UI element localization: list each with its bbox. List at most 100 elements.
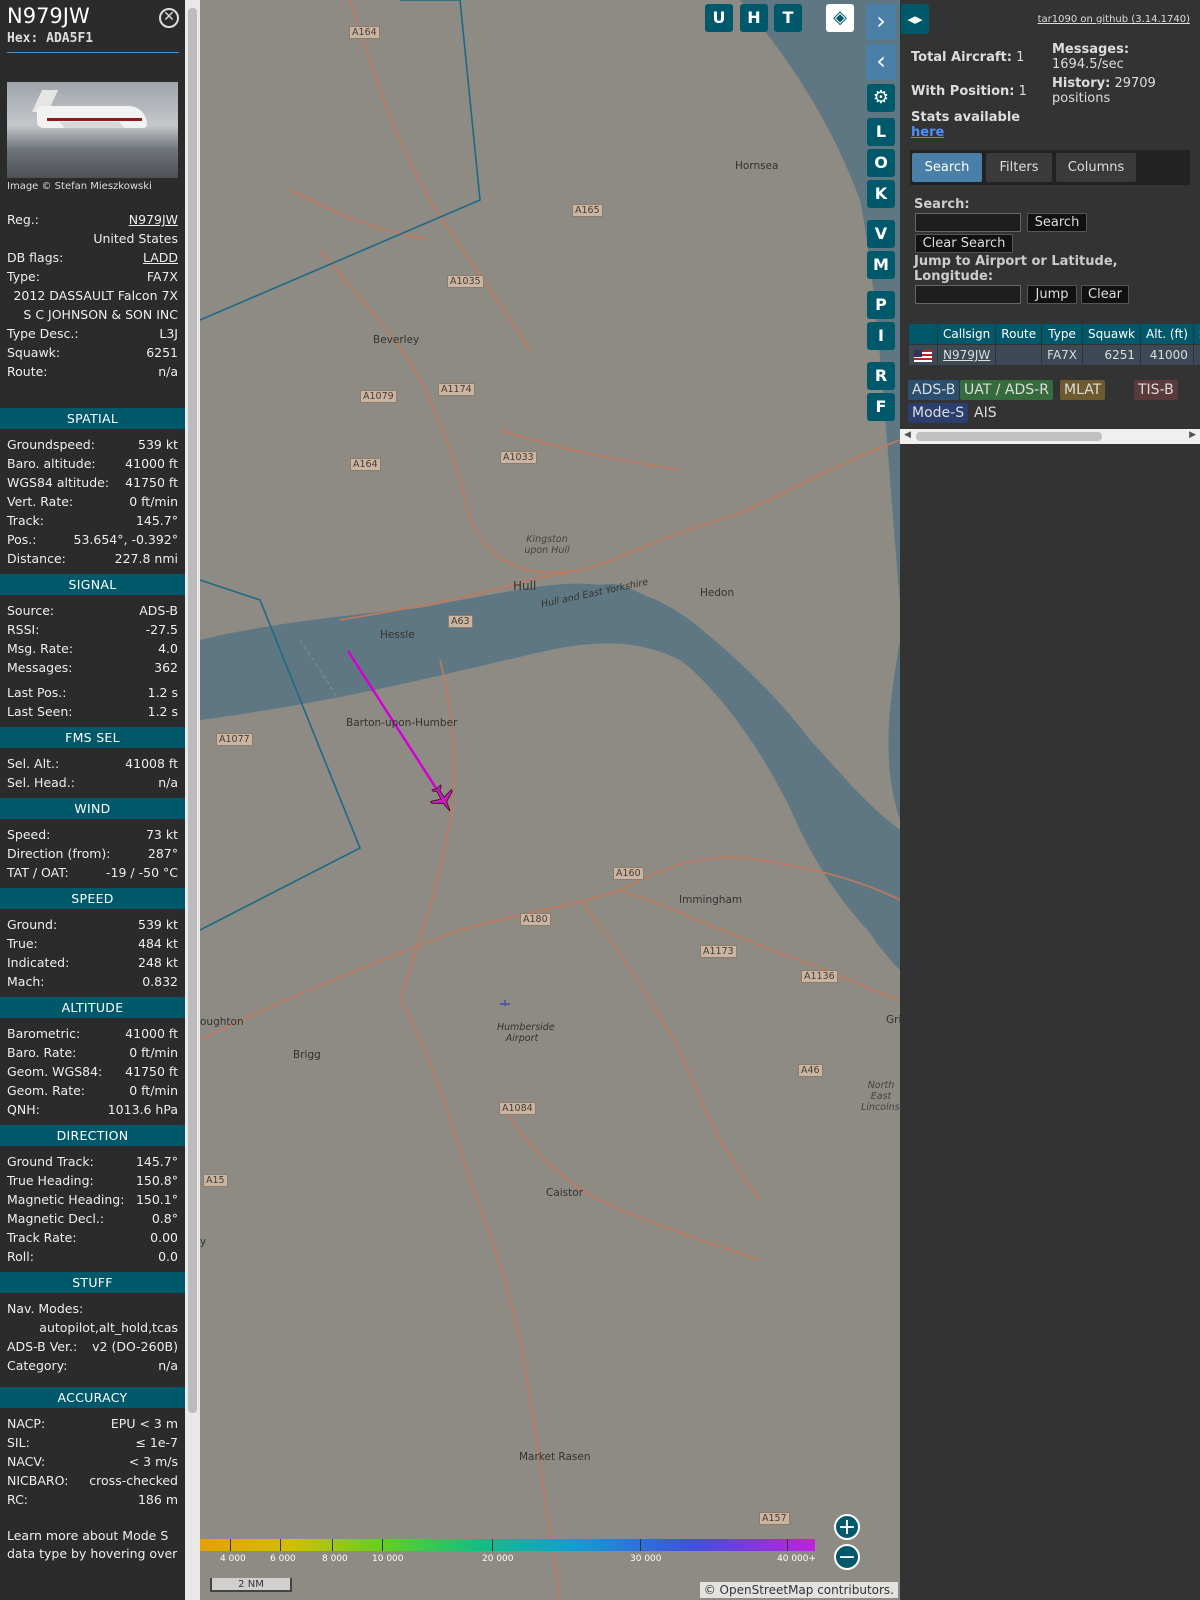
- detail-row-rc: RC: 186 m: [0, 1490, 185, 1509]
- expand-arrows-icon[interactable]: ◂▸: [901, 4, 929, 34]
- detail-value: ADS-B: [139, 603, 178, 618]
- detail-value: 41750 ft: [125, 1064, 178, 1079]
- zoom-out-button[interactable]: −: [834, 1544, 860, 1570]
- section-header-direction[interactable]: DIRECTION: [0, 1125, 185, 1146]
- detail-value: 41000 ft: [125, 1026, 178, 1041]
- detail-value: 41000 ft: [125, 456, 178, 471]
- map-canvas[interactable]: Hornsea Beverley Hull Hessle Kingston upon H…: [200, 0, 900, 1600]
- info-row-squawk: Squawk: 6251: [0, 343, 185, 362]
- tab-columns[interactable]: Columns: [1056, 153, 1136, 182]
- aircraft-table: CallsignRouteTypeSquawkAlt. (ft)Spd. N97…: [908, 323, 1200, 366]
- detail-row-magnetic-heading: Magnetic Heading: 150.1°: [0, 1190, 185, 1209]
- info-label: DB flags:: [7, 250, 64, 265]
- section-header-spatial[interactable]: SPATIAL: [0, 408, 185, 429]
- detail-label: QNH:: [7, 1102, 40, 1117]
- chevron-left-icon[interactable]: ‹: [866, 44, 896, 80]
- map-button-v[interactable]: V: [867, 220, 895, 248]
- detail-row-sil: SIL: ≤ 1e-7: [0, 1433, 185, 1452]
- clear-button[interactable]: Clear: [1081, 285, 1129, 304]
- section-header-wind[interactable]: WIND: [0, 798, 185, 819]
- map-button-o[interactable]: O: [867, 149, 895, 177]
- info-value: L3J: [159, 326, 178, 341]
- info-value: n/a: [158, 364, 178, 379]
- jump-button[interactable]: Jump: [1027, 285, 1077, 304]
- detail-row-geom-rate: Geom. Rate: 0 ft/min: [0, 1081, 185, 1100]
- sidebar-scrollbar[interactable]: [185, 0, 200, 1600]
- table-row[interactable]: N979JW FA7X 6251 41000: [908, 344, 1200, 366]
- info-value: 6251: [146, 345, 178, 360]
- map-button-m[interactable]: M: [867, 251, 895, 279]
- road-label: A1174: [438, 383, 475, 396]
- info-value: S C JOHNSON & SON INC: [23, 307, 178, 322]
- map-button-u[interactable]: U: [705, 4, 733, 32]
- section-header-stuff[interactable]: STUFF: [0, 1272, 185, 1293]
- info-value[interactable]: LADD: [143, 250, 178, 265]
- column-header-spd[interactable]: Spd.: [1192, 323, 1200, 345]
- aircraft-photo[interactable]: [7, 82, 178, 178]
- tab-filters[interactable]: Filters: [986, 153, 1052, 182]
- info-value[interactable]: N979JW: [129, 212, 178, 227]
- column-header-flag[interactable]: [908, 323, 938, 345]
- color-scale-tick: 30 000: [630, 1554, 662, 1564]
- column-header-callsign[interactable]: Callsign: [936, 323, 997, 345]
- zoom-in-button[interactable]: +: [834, 1514, 860, 1540]
- search-button[interactable]: Search: [1027, 213, 1087, 232]
- place-label: oughton: [200, 1016, 244, 1028]
- callsign-cell[interactable]: N979JW: [936, 344, 997, 366]
- detail-row-direction-from: Direction (from): 287°: [0, 844, 185, 863]
- detail-value: 0 ft/min: [129, 1083, 178, 1098]
- info-label: Squawk:: [7, 345, 61, 360]
- table-horizontal-scrollbar[interactable]: ◀ ▶: [900, 429, 1200, 444]
- gear-icon[interactable]: ⚙: [867, 84, 895, 112]
- info-value: FA7X: [146, 269, 178, 284]
- close-icon[interactable]: ✕: [159, 8, 179, 28]
- tab-search[interactable]: Search: [912, 153, 982, 182]
- search-input[interactable]: [915, 213, 1021, 232]
- section-header-signal[interactable]: SIGNAL: [0, 574, 185, 595]
- column-header-route[interactable]: Route: [995, 323, 1043, 345]
- info-row-2012-dassault-falcon-7x: 2012 DASSAULT Falcon 7X: [0, 286, 185, 305]
- section-header-altitude[interactable]: ALTITUDE: [0, 997, 185, 1018]
- color-scale-tick: 8 000: [322, 1554, 348, 1564]
- road-label: A165: [572, 204, 603, 217]
- stats-link[interactable]: here: [911, 125, 944, 140]
- layers-icon[interactable]: ◈: [826, 4, 854, 32]
- scroll-left-icon[interactable]: ◀: [904, 430, 911, 440]
- map-button-f[interactable]: F: [867, 393, 895, 421]
- map-button-r[interactable]: R: [867, 362, 895, 390]
- map-button-t[interactable]: T: [774, 4, 802, 32]
- detail-label: Pos.:: [7, 532, 37, 547]
- aircraft-icon[interactable]: [426, 781, 461, 817]
- section-header-speed[interactable]: SPEED: [0, 888, 185, 909]
- legend-ads-b: ADS-B: [908, 380, 960, 400]
- map-button-i[interactable]: I: [867, 322, 895, 350]
- map-button-k[interactable]: K: [867, 180, 895, 208]
- scroll-right-icon[interactable]: ▶: [1189, 430, 1196, 440]
- road-label: A180: [520, 913, 551, 926]
- place-label: Hedon: [700, 587, 735, 599]
- map-button-l[interactable]: L: [867, 118, 895, 146]
- clear-search-button[interactable]: Clear Search: [915, 234, 1013, 253]
- place-label: Brigg: [293, 1049, 321, 1061]
- humber-estuary: [200, 583, 900, 960]
- detail-label: Nav. Modes:: [7, 1301, 84, 1316]
- chevron-right-icon[interactable]: ›: [866, 4, 896, 40]
- map-button-p[interactable]: P: [867, 291, 895, 319]
- map-attribution[interactable]: © OpenStreetMap contributors.: [699, 1582, 898, 1598]
- section-header-fms-sel[interactable]: FMS SEL: [0, 727, 185, 748]
- map-button-h[interactable]: H: [740, 4, 768, 32]
- detail-label: Direction (from):: [7, 846, 111, 861]
- detail-value: 539 kt: [138, 437, 178, 452]
- jump-input[interactable]: [915, 285, 1021, 304]
- detail-label: Messages:: [7, 660, 73, 675]
- section-header-accuracy[interactable]: ACCURACY: [0, 1387, 185, 1408]
- detail-label: Last Pos.:: [7, 685, 67, 700]
- version-link[interactable]: tar1090 on github (3.14.1740): [1038, 14, 1190, 25]
- detail-label: Speed:: [7, 827, 51, 842]
- column-header-alt-ft[interactable]: Alt. (ft): [1139, 323, 1194, 345]
- column-header-squawk[interactable]: Squawk: [1082, 323, 1141, 345]
- column-header-type[interactable]: Type: [1041, 323, 1084, 345]
- road-label: A46: [798, 1064, 823, 1077]
- info-row-route: Route: n/a: [0, 362, 185, 381]
- detail-value: 4.0: [158, 641, 178, 656]
